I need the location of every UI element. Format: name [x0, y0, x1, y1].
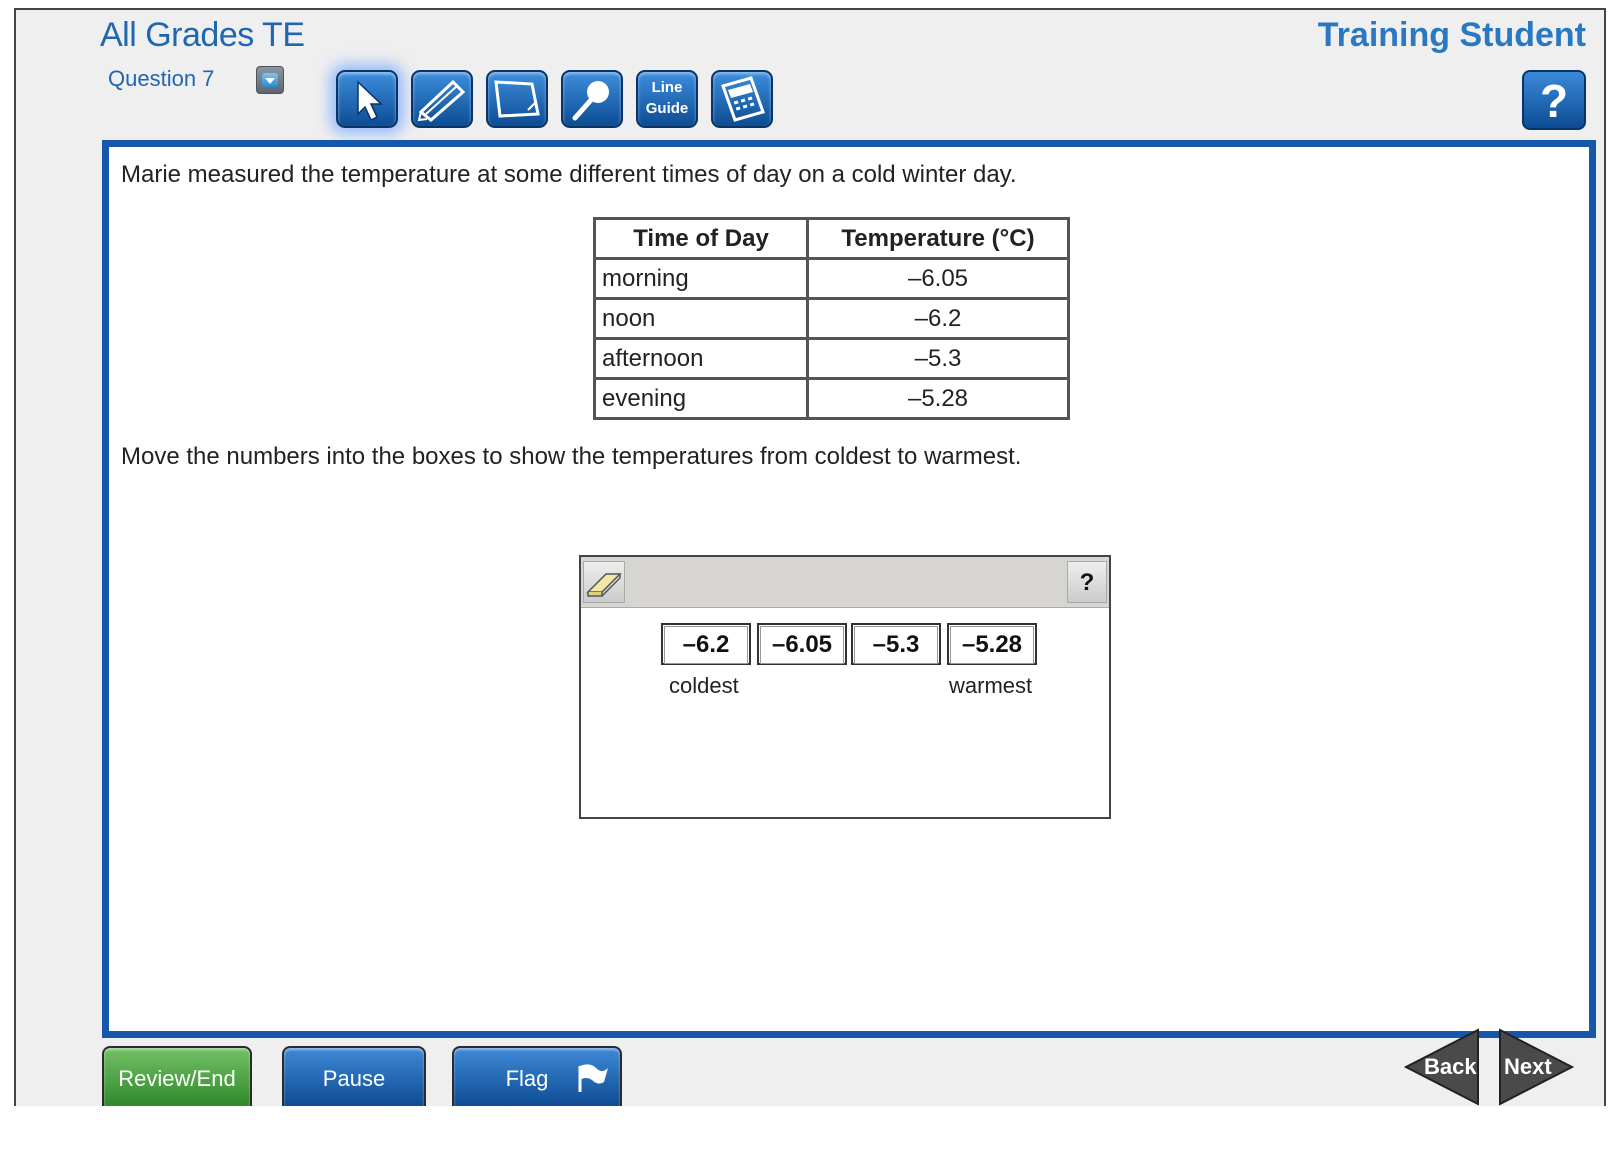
table-header-time: Time of Day	[593, 217, 809, 260]
table-row: morning –6.05	[593, 257, 1070, 300]
pointer-tool-button[interactable]	[336, 70, 398, 128]
highlighter-icon	[417, 79, 466, 122]
table-cell-temperature: –5.3	[806, 337, 1070, 380]
line-guide-label-line2: Guide	[645, 100, 689, 117]
eraser-icon	[586, 573, 622, 597]
flag-button[interactable]: Flag	[452, 1046, 622, 1106]
help-button[interactable]: ?	[1522, 70, 1586, 130]
warmest-label: warmest	[949, 673, 1033, 698]
table-cell-time: noon	[593, 297, 809, 340]
highlighter-tool-button[interactable]	[411, 70, 473, 128]
magnifier-icon	[572, 81, 609, 121]
review-end-test-button[interactable]: Review/End Test	[102, 1046, 252, 1153]
table-header-temperature: Temperature (°C)	[806, 217, 1070, 260]
answer-value: –6.05	[760, 626, 844, 664]
eraser-button[interactable]	[583, 561, 625, 603]
answer-value: –5.28	[950, 626, 1034, 664]
magnifier-tool-button[interactable]	[561, 70, 623, 128]
next-label: Next	[1504, 1054, 1552, 1079]
answer-value: –5.3	[854, 626, 938, 664]
app-frame: All Grades TE Training Student Question …	[14, 8, 1606, 1106]
test-title: All Grades TE	[100, 16, 305, 54]
back-label: Back	[1424, 1054, 1477, 1079]
interaction-toolbar: ?	[581, 557, 1109, 608]
student-name: Training Student	[1317, 16, 1586, 54]
question-instruction: Move the numbers into the boxes to show …	[121, 443, 1022, 470]
next-button[interactable]: Next	[1494, 1028, 1575, 1111]
flag-icon	[578, 1064, 608, 1092]
chevron-down-icon	[262, 73, 278, 87]
temperature-table: Time of Day Temperature (°C) morning –6.…	[593, 217, 1070, 420]
question-number: Question 7	[108, 66, 215, 91]
table-header-row: Time of Day Temperature (°C)	[593, 217, 1070, 260]
answer-tile[interactable]: –6.2	[661, 623, 751, 665]
answer-value: –6.2	[664, 626, 748, 664]
table-cell-temperature: –6.2	[806, 297, 1070, 340]
table-cell-time: evening	[593, 377, 809, 420]
answer-tile[interactable]: –5.28	[947, 623, 1037, 665]
line-guide-label-line1: Line	[651, 79, 683, 96]
table-row: afternoon –5.3	[593, 337, 1070, 380]
table-row: noon –6.2	[593, 297, 1070, 340]
notepad-tool-button[interactable]	[486, 70, 548, 128]
table-cell-time: afternoon	[593, 337, 809, 380]
calculator-icon	[721, 76, 765, 122]
line-guide-tool-button[interactable]: Line Guide	[636, 70, 698, 128]
table-cell-time: morning	[593, 257, 809, 300]
pause-button[interactable]: Pause	[282, 1046, 426, 1106]
arrow-pointer-icon	[357, 80, 383, 122]
question-prompt: Marie measured the temperature at some d…	[121, 161, 1017, 188]
coldest-label: coldest	[669, 673, 739, 698]
notepad-icon	[494, 80, 540, 118]
flag-label: Flag	[505, 1066, 549, 1091]
question-dropdown-button[interactable]	[256, 66, 284, 94]
drag-drop-area: ? –6.2 –6.05 –5.3 –5.28 coldest warmest	[579, 555, 1111, 819]
answer-tile[interactable]: –5.3	[851, 623, 941, 665]
question-panel: Marie measured the temperature at some d…	[102, 140, 1596, 1038]
table-cell-temperature: –6.05	[806, 257, 1070, 300]
table-cell-temperature: –5.28	[806, 377, 1070, 420]
interaction-help-button[interactable]: ?	[1067, 561, 1107, 603]
table-row: evening –5.28	[593, 377, 1070, 420]
calculator-tool-button[interactable]	[711, 70, 773, 128]
answer-tile[interactable]: –6.05	[757, 623, 847, 665]
back-button[interactable]: Back	[1403, 1028, 1484, 1111]
